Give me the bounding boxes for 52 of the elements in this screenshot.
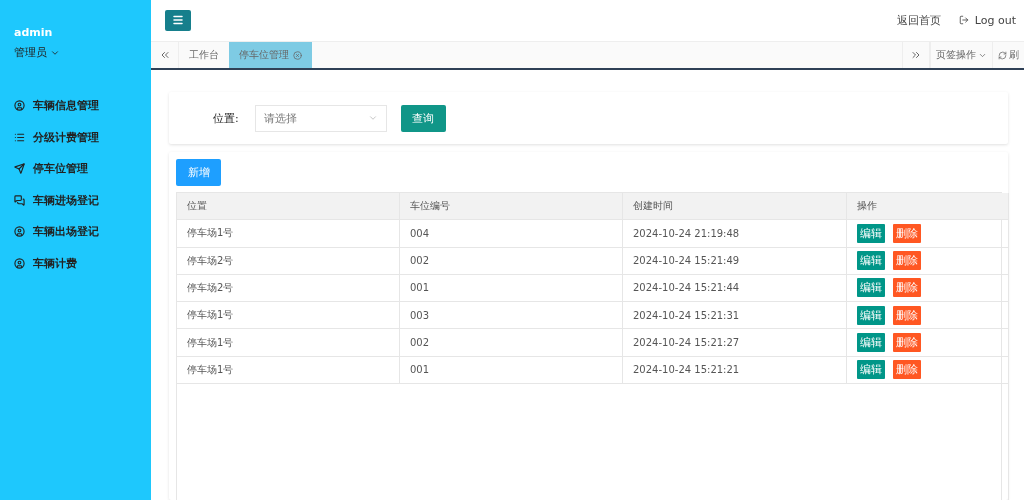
- refresh-button[interactable]: 刷: [992, 41, 1024, 69]
- table-cell: 003: [400, 302, 623, 330]
- table-cell: 002: [400, 247, 623, 275]
- table-cell: 2024-10-24 15:21:21: [623, 356, 847, 384]
- add-button[interactable]: 新增: [176, 159, 221, 187]
- sidebar-item[interactable]: 车辆出场登记: [0, 216, 151, 248]
- edit-button[interactable]: 编辑: [857, 333, 885, 353]
- field-label: 位置:: [213, 110, 239, 126]
- table-cell: 001: [400, 274, 623, 303]
- table-cell: 2024-10-24 15:21:49: [623, 247, 847, 275]
- delete-button[interactable]: 删除: [893, 278, 921, 298]
- table-cell: 停车场1号: [177, 220, 400, 248]
- home-link[interactable]: 返回首页: [896, 12, 941, 28]
- column-header: 位置: [177, 193, 400, 221]
- table-cell: 2024-10-24 15:21:27: [623, 329, 847, 357]
- logout-link[interactable]: Log out: [958, 13, 1016, 27]
- table-cell: 004: [400, 220, 623, 248]
- sidebar-item[interactable]: 分级计费管理: [0, 121, 151, 153]
- table-cell: 停车场2号: [177, 247, 400, 275]
- table-cell: 停车场1号: [177, 329, 400, 357]
- delete-button[interactable]: 删除: [893, 305, 921, 325]
- edit-button[interactable]: 编辑: [857, 223, 885, 243]
- sidebar-item[interactable]: 车辆信息管理: [0, 90, 151, 122]
- column-header: 操作: [847, 193, 1009, 221]
- table-cell: 停车场1号: [177, 302, 400, 330]
- tab[interactable]: 工作台: [179, 41, 229, 69]
- tab-operations-menu[interactable]: 页签操作: [930, 41, 992, 69]
- table-cell: 001: [400, 356, 623, 384]
- edit-button[interactable]: 编辑: [857, 251, 885, 271]
- edit-button[interactable]: 编辑: [857, 305, 885, 325]
- sidebar-item[interactable]: 车辆计费: [0, 247, 151, 279]
- table-cell: 2024-10-24 15:21:31: [623, 302, 847, 330]
- table-cell: 2024-10-24 15:21:44: [623, 274, 847, 303]
- table-cell: 2024-10-24 21:19:48: [623, 220, 847, 248]
- table-cell: 停车场1号: [177, 356, 400, 384]
- table-cell: 002: [400, 329, 623, 357]
- table-cell: 停车场2号: [177, 274, 400, 303]
- location-select[interactable]: 请选择: [254, 104, 387, 132]
- sidebar-item[interactable]: 车辆进场登记: [0, 184, 151, 216]
- edit-button[interactable]: 编辑: [857, 278, 885, 298]
- delete-button[interactable]: 删除: [893, 223, 921, 243]
- column-header: 车位编号: [400, 193, 623, 221]
- delete-button[interactable]: 删除: [893, 251, 921, 271]
- tab[interactable]: 停车位管理: [229, 41, 312, 69]
- column-header: 创建时间: [623, 193, 847, 221]
- sidebar-item[interactable]: 停车位管理: [0, 153, 151, 185]
- delete-button[interactable]: 删除: [893, 360, 921, 380]
- user-role[interactable]: 管理员: [14, 45, 47, 60]
- delete-button[interactable]: 删除: [893, 333, 921, 353]
- edit-button[interactable]: 编辑: [857, 360, 885, 380]
- query-button[interactable]: 查询: [400, 104, 446, 132]
- user-name: admin: [13, 26, 54, 39]
